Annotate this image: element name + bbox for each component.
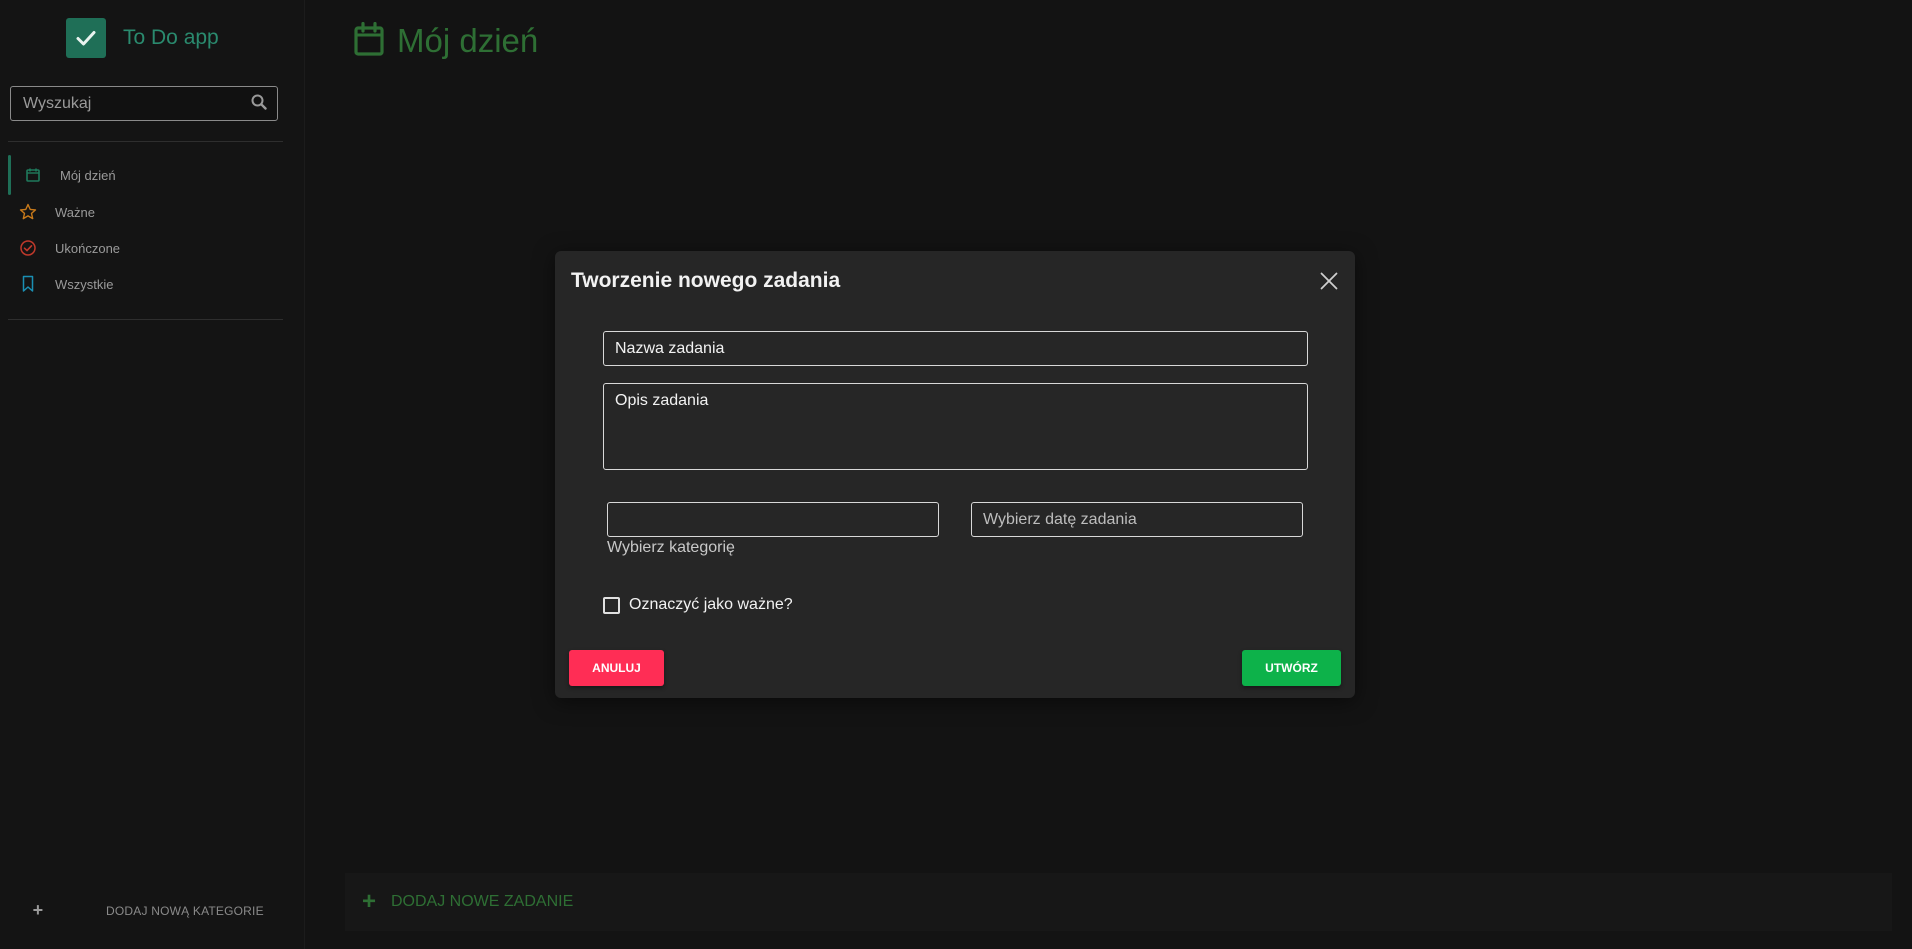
new-task-dialog: Tworzenie nowego zadania Wybierz kategor… (555, 251, 1355, 698)
task-date-input[interactable] (971, 502, 1303, 537)
category-select[interactable] (607, 502, 939, 537)
dialog-title: Tworzenie nowego zadania (571, 269, 841, 292)
cancel-button[interactable]: ANULUJ (569, 650, 664, 686)
important-checkbox[interactable] (603, 596, 620, 614)
create-button[interactable]: UTWÓRZ (1242, 650, 1341, 686)
important-checkbox-row[interactable]: Oznaczyć jako ważne? (603, 596, 793, 614)
task-description-input[interactable] (603, 383, 1308, 470)
important-checkbox-label: Oznaczyć jako ważne? (629, 596, 793, 613)
close-icon[interactable] (1317, 269, 1341, 293)
category-helper-text: Wybierz kategorię (607, 539, 735, 556)
task-name-input[interactable] (603, 331, 1308, 366)
